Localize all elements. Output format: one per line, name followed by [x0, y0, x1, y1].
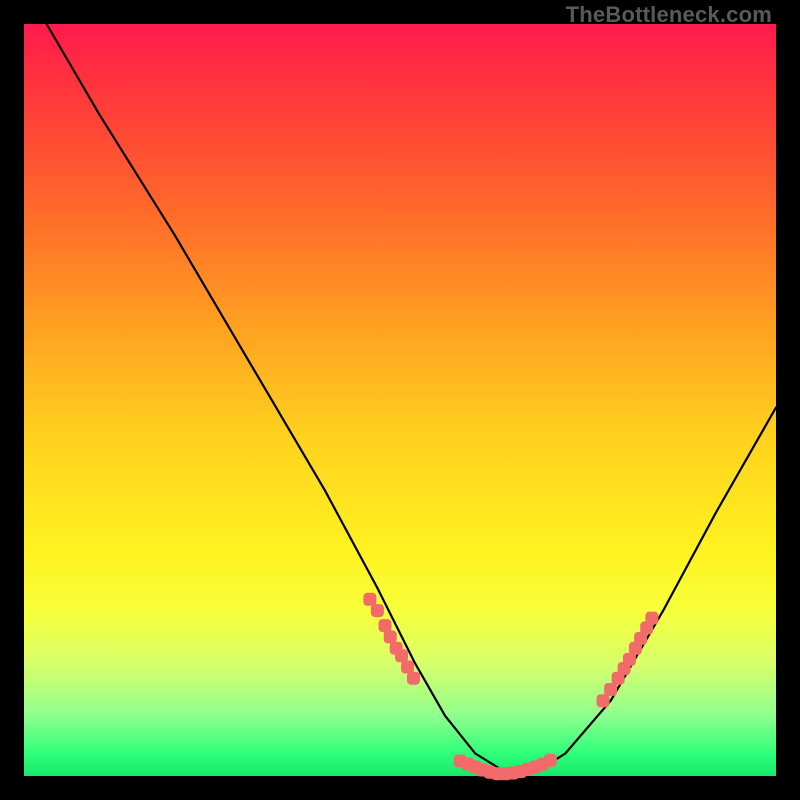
markers-group	[363, 593, 658, 780]
chart-frame	[24, 24, 776, 776]
bottleneck-curve	[47, 24, 776, 772]
data-marker	[371, 604, 384, 617]
data-marker	[604, 683, 617, 696]
chart-svg	[24, 24, 776, 776]
data-marker	[395, 649, 408, 662]
data-marker	[407, 672, 420, 685]
data-marker	[597, 694, 610, 707]
data-marker	[384, 630, 397, 643]
watermark-text: TheBottleneck.com	[566, 2, 772, 28]
curve-group	[47, 24, 776, 772]
data-marker	[623, 653, 636, 666]
data-marker	[645, 612, 658, 625]
data-marker	[363, 593, 376, 606]
data-marker	[401, 661, 414, 674]
data-marker	[544, 754, 557, 767]
data-marker	[379, 619, 392, 632]
